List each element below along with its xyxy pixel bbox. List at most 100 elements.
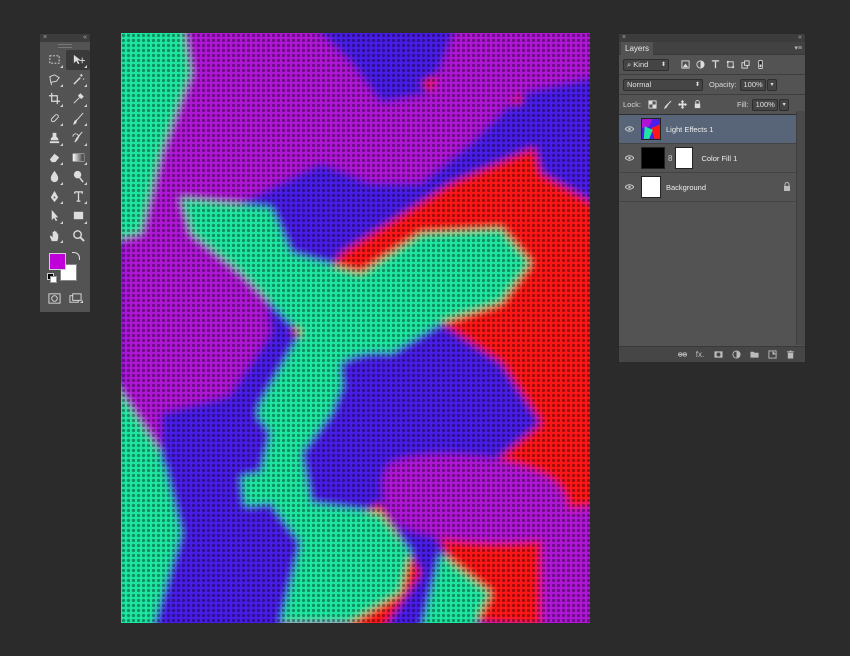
screen-mode-button[interactable] (66, 291, 86, 305)
collapse-icon[interactable]: « (798, 34, 802, 42)
filter-toggle-icon[interactable] (754, 59, 766, 71)
lasso-icon (48, 74, 60, 85)
rect-marquee-tool[interactable] (42, 50, 66, 70)
eraser-tool[interactable] (42, 148, 66, 168)
default-colors-icon[interactable] (47, 273, 57, 283)
blur-tool[interactable] (42, 167, 66, 187)
pen-icon (50, 190, 58, 202)
folder-icon[interactable] (749, 350, 759, 360)
rect-marquee-icon (48, 55, 60, 64)
adjustment-layer-icon[interactable] (731, 350, 741, 360)
updown-icon: ⬍ (660, 61, 666, 68)
trash-icon[interactable] (785, 350, 795, 360)
crop-tool[interactable] (42, 89, 66, 109)
halftone-artwork (121, 33, 590, 623)
adjustment-filter-icon[interactable] (694, 59, 706, 71)
layer-thumbnail (641, 176, 661, 198)
lock-transparent-icon[interactable] (647, 99, 659, 111)
filter-icons (679, 59, 766, 71)
layer-row-color-fill[interactable]: 8 Color Fill 1 (619, 144, 805, 173)
layers-scrollbar[interactable] (796, 111, 805, 345)
close-icon[interactable]: × (622, 34, 626, 42)
pixel-filter-icon[interactable] (679, 59, 691, 71)
updown-icon: ⬍ (694, 81, 700, 88)
hand-icon (49, 230, 58, 241)
history-brush-icon (71, 131, 83, 143)
tools-panel-header: × « (40, 34, 90, 42)
filter-row: ⌕ Kind ⬍ (619, 55, 805, 74)
lock-position-icon[interactable] (677, 99, 689, 111)
link-layers-icon[interactable] (677, 350, 687, 360)
move-tool[interactable] (66, 50, 90, 70)
layer-row-light-effects[interactable]: Light Effects 1 (619, 115, 805, 144)
filter-kind-value: Kind (633, 59, 649, 69)
smart-object-filter-icon[interactable] (739, 59, 751, 71)
fill-field[interactable]: 100% (751, 98, 778, 111)
brush-tool[interactable] (66, 109, 90, 129)
type-tool[interactable] (66, 187, 90, 207)
drag-grip[interactable] (40, 42, 90, 48)
dodge-icon (73, 171, 84, 183)
lock-label: Lock: (623, 100, 641, 109)
eyedropper-tool[interactable] (66, 89, 90, 109)
foreground-color-swatch[interactable] (49, 253, 66, 270)
close-icon[interactable]: × (43, 34, 47, 42)
collapse-icon[interactable]: « (83, 34, 87, 42)
path-select-tool[interactable] (42, 206, 66, 226)
magic-wand-tool[interactable] (66, 70, 90, 90)
dodge-tool[interactable] (66, 167, 90, 187)
shape-tool[interactable] (66, 206, 90, 226)
document-canvas[interactable] (121, 33, 590, 623)
chevron-down-icon: ▾ (782, 101, 786, 108)
clone-stamp-icon (49, 133, 59, 144)
tool-grid (40, 48, 90, 245)
swap-colors-icon[interactable] (72, 252, 80, 260)
history-brush-tool[interactable] (66, 128, 90, 148)
pen-tool[interactable] (42, 187, 66, 207)
opacity-label: Opacity: (709, 80, 737, 89)
fill-dropdown-button[interactable]: ▾ (778, 98, 789, 111)
lasso-tool[interactable] (42, 70, 66, 90)
hand-tool[interactable] (42, 226, 66, 246)
gradient-icon (72, 153, 84, 162)
panel-menu-icon[interactable]: ▾≡ (794, 45, 802, 52)
blend-row: Normal ⬍ Opacity: 100% ▾ (619, 75, 805, 94)
mode-tools (40, 289, 90, 307)
lock-all-icon[interactable] (692, 99, 704, 111)
healing-brush-tool[interactable] (42, 109, 66, 129)
fill-label: Fill: (736, 100, 749, 109)
add-mask-icon[interactable] (713, 350, 723, 360)
gradient-tool[interactable] (66, 148, 90, 168)
filter-kind-select[interactable]: ⌕ Kind ⬍ (623, 58, 669, 71)
opacity-field[interactable]: 100% (739, 78, 766, 91)
blend-mode-select[interactable]: Normal ⬍ (623, 78, 703, 91)
zoom-tool[interactable] (66, 226, 90, 246)
chevron-down-icon: ▾ (770, 81, 774, 88)
layer-name: Color Fill 1 (701, 153, 738, 163)
visibility-eye-icon[interactable] (619, 155, 639, 161)
tools-panel: × « (39, 33, 91, 313)
new-layer-icon[interactable] (767, 350, 777, 360)
layer-thumbnail (641, 118, 661, 140)
visibility-eye-icon[interactable] (619, 184, 639, 190)
fill-thumbnail (641, 147, 665, 169)
fx-icon[interactable]: fx. (695, 350, 705, 360)
link-icon[interactable]: 8 (668, 154, 672, 163)
clone-stamp-tool[interactable] (42, 128, 66, 148)
visibility-eye-icon[interactable] (619, 126, 639, 132)
type-filter-icon[interactable] (709, 59, 721, 71)
mask-thumbnail[interactable] (675, 147, 694, 169)
opacity-dropdown-button[interactable]: ▾ (766, 78, 777, 91)
lock-pixels-icon[interactable] (662, 99, 674, 111)
shape-icon (73, 212, 83, 220)
layer-row-background[interactable]: Background (619, 173, 805, 202)
shape-filter-icon[interactable] (724, 59, 736, 71)
healing-brush-icon (50, 113, 59, 122)
lock-row: Lock: Fill: 100% ▾ (619, 95, 805, 114)
layers-panel-header: × « (619, 34, 805, 42)
blend-mode-value: Normal (627, 79, 652, 89)
quick-mask-button[interactable] (45, 291, 65, 305)
tab-layers[interactable]: Layers (621, 42, 654, 55)
lock-icons (647, 99, 704, 111)
layer-name: Light Effects 1 (666, 124, 714, 134)
